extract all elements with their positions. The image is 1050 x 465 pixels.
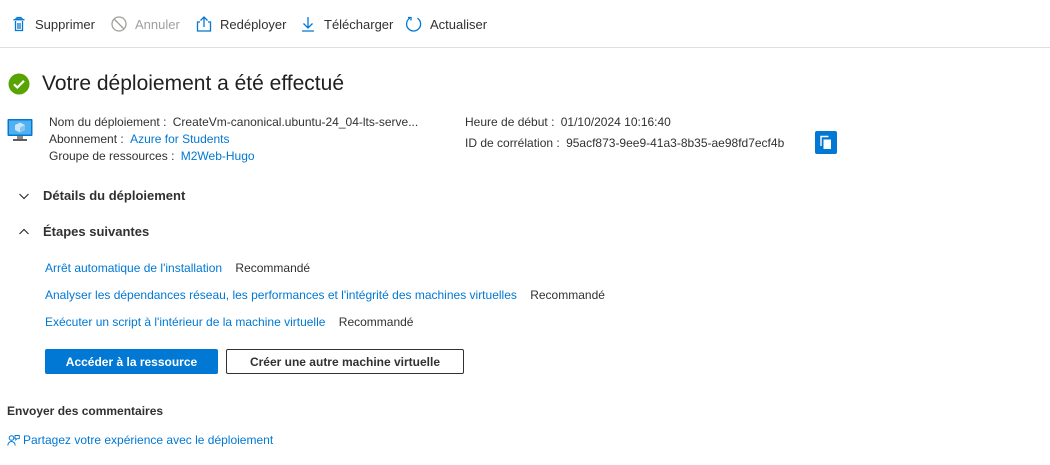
deployment-details-toggle[interactable]: Détails du déploiement xyxy=(18,188,185,203)
download-button[interactable]: Télécharger xyxy=(299,0,393,48)
next-step-link[interactable]: Exécuter un script à l'intérieur de la m… xyxy=(45,315,325,329)
people-feedback-icon xyxy=(7,434,20,447)
list-item: Analyser les dépendances réseau, les per… xyxy=(45,288,605,302)
trash-icon xyxy=(10,15,28,33)
copy-button[interactable] xyxy=(815,131,837,154)
redeploy-label: Redéployer xyxy=(220,16,287,32)
subscription-link[interactable]: Azure for Students xyxy=(130,132,229,146)
recommended-tag: Recommandé xyxy=(235,261,311,275)
page-title: Votre déploiement a été effectué xyxy=(42,72,344,95)
success-check-icon xyxy=(8,73,30,95)
correlation-id-value: 95acf873-9ee9-41a3-8b35-ae98fd7ecf4b xyxy=(566,136,785,150)
recommended-tag: Recommandé xyxy=(530,288,605,302)
cancel-icon xyxy=(110,15,128,33)
deployment-name-label: Nom du déploiement : xyxy=(49,115,167,129)
deployment-name-row: Nom du déploiement : CreateVm-canonical.… xyxy=(49,114,418,131)
cancel-label: Annuler xyxy=(135,16,180,32)
copy-icon xyxy=(819,135,833,150)
download-icon xyxy=(299,15,317,33)
page-header: Votre déploiement a été effectué xyxy=(8,72,344,96)
delete-label: Supprimer xyxy=(35,16,95,32)
redeploy-icon xyxy=(195,15,213,33)
create-another-vm-button[interactable]: Créer une autre machine virtuelle xyxy=(226,349,464,374)
resource-group-link[interactable]: M2Web-Hugo xyxy=(181,149,255,163)
start-time-value: 01/10/2024 10:16:40 xyxy=(560,115,671,129)
refresh-button[interactable]: Actualiser xyxy=(405,0,487,48)
correlation-id-label: ID de corrélation : xyxy=(465,136,560,150)
recommended-tag: Recommandé xyxy=(338,315,414,329)
chevron-down-icon xyxy=(18,190,30,202)
resource-group-label: Groupe de ressources : xyxy=(49,149,175,163)
feedback-link[interactable]: Partagez votre expérience avec le déploi… xyxy=(7,433,273,447)
resource-group-row: Groupe de ressources : M2Web-Hugo xyxy=(49,148,255,165)
next-steps-heading: Étapes suivantes xyxy=(43,224,150,239)
correlation-id-row: ID de corrélation : 95acf873-9ee9-41a3-8… xyxy=(465,135,784,152)
feedback-heading: Envoyer des commentaires xyxy=(7,404,164,418)
deployment-details-heading: Détails du déploiement xyxy=(43,188,186,203)
command-bar: Supprimer Annuler Redéployer Télécharger… xyxy=(0,0,1050,48)
chevron-up-icon xyxy=(18,226,30,238)
refresh-icon xyxy=(405,15,423,33)
virtual-machine-icon xyxy=(7,117,33,143)
list-item: Exécuter un script à l'intérieur de la m… xyxy=(45,315,413,329)
next-step-link[interactable]: Analyser les dépendances réseau, les per… xyxy=(45,288,517,302)
go-to-resource-button[interactable]: Accéder à la ressource xyxy=(45,349,218,374)
next-step-link[interactable]: Arrêt automatique de l'installation xyxy=(45,261,222,275)
subscription-row: Abonnement : Azure for Students xyxy=(49,131,229,148)
deployment-name-value: CreateVm-canonical.ubuntu-24_04-lts-serv… xyxy=(172,115,419,129)
start-time-row: Heure de début : 01/10/2024 10:16:40 xyxy=(465,114,671,131)
start-time-label: Heure de début : xyxy=(465,115,555,129)
next-steps-toggle[interactable]: Étapes suivantes xyxy=(18,224,149,239)
feedback-link-label: Partagez votre expérience avec le déploi… xyxy=(23,433,274,447)
redeploy-button[interactable]: Redéployer xyxy=(195,0,287,48)
refresh-label: Actualiser xyxy=(430,16,488,32)
delete-button[interactable]: Supprimer xyxy=(10,0,95,48)
list-item: Arrêt automatique de l'installation Reco… xyxy=(45,261,310,275)
subscription-label: Abonnement : xyxy=(49,132,124,146)
download-label: Télécharger xyxy=(324,16,394,32)
cancel-button[interactable]: Annuler xyxy=(110,0,180,48)
